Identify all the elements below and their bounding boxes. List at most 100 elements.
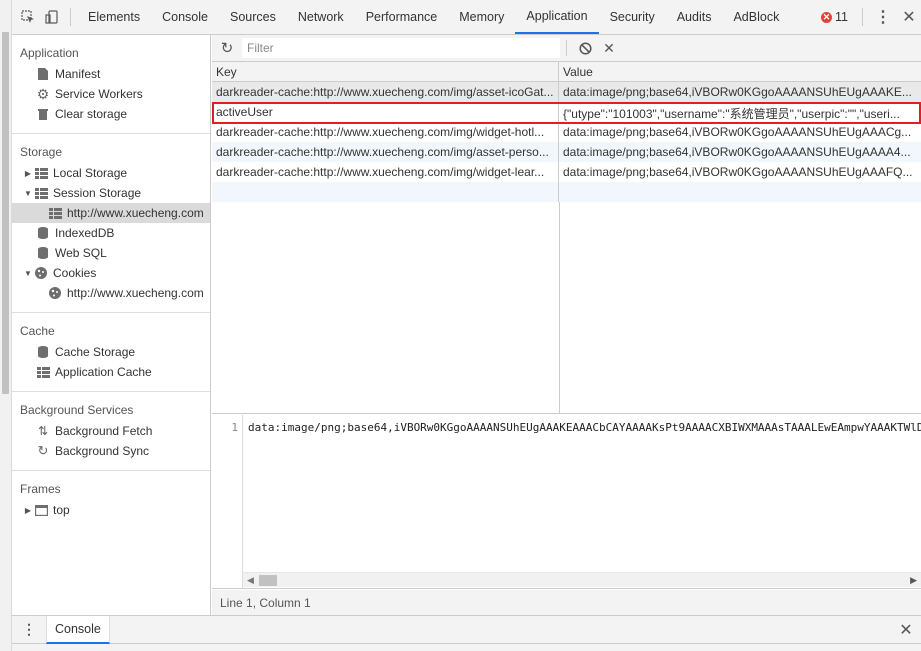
sidebar-item-clear-storage[interactable]: Clear storage [12, 104, 210, 124]
toolbar-divider [862, 8, 863, 26]
sidebar-item-label: Session Storage [53, 186, 142, 200]
scrollbar-thumb[interactable] [259, 575, 277, 586]
sidebar-item-session-storage[interactable]: ▼ Session Storage [12, 183, 210, 203]
tab-audits[interactable]: Audits [666, 0, 723, 34]
refresh-icon[interactable]: ↻ [212, 39, 242, 57]
value-cell[interactable]: {"utype":"101003","username":"系统管理员","us… [559, 102, 921, 122]
sidebar-item-manifest[interactable]: Manifest [12, 64, 210, 84]
scroll-right-icon[interactable]: ▶ [910, 575, 917, 586]
value-cell[interactable]: data:image/png;base64,iVBORw0KGgoAAAANSU… [559, 122, 921, 142]
value-cell[interactable]: data:image/png;base64,iVBORw0KGgoAAAANSU… [559, 142, 921, 162]
key-cell[interactable]: darkreader-cache:http://www.xuecheng.com… [212, 122, 559, 142]
cookie-icon [34, 266, 48, 280]
error-icon: ✕ [821, 11, 833, 23]
sidebar-item-cookies-origin[interactable]: http://www.xuecheng.com [12, 283, 210, 303]
key-cell[interactable]: darkreader-cache:http://www.xuecheng.com… [212, 142, 559, 162]
clear-all-icon[interactable] [573, 41, 597, 55]
sidebar-item-label: Web SQL [55, 246, 107, 260]
sidebar-item-label: http://www.xuecheng.com [67, 206, 204, 220]
sidebar-item-label: Clear storage [55, 107, 128, 121]
frame-icon [34, 503, 48, 517]
preview-content[interactable]: data:image/png;base64,iVBORw0KGgoAAAANSU… [248, 421, 921, 434]
console-drawer: ⋮ Console ✕ [12, 615, 921, 651]
kebab-menu-icon[interactable]: ⋮ [869, 7, 897, 27]
cursor-position-status: Line 1, Column 1 [212, 590, 921, 615]
tab-security[interactable]: Security [599, 0, 666, 34]
sidebar-item-top-frame[interactable]: ▶ top [12, 500, 210, 520]
section-title: Background Services [20, 403, 134, 417]
table-row[interactable]: darkreader-cache:http://www.xuecheng.com… [212, 122, 921, 142]
value-preview-pane: 1 data:image/png;base64,iVBORw0KGgoAAAAN… [212, 415, 921, 589]
tab-memory[interactable]: Memory [448, 0, 515, 34]
database-icon [36, 345, 50, 359]
error-counter[interactable]: ✕ 11 [813, 10, 856, 24]
scroll-left-icon[interactable]: ◀ [247, 575, 254, 586]
sidebar-item-label: Background Fetch [55, 424, 153, 438]
filter-input[interactable] [242, 38, 560, 58]
delete-selected-icon[interactable]: ✕ [597, 40, 621, 57]
cookie-icon [48, 286, 62, 300]
key-cell[interactable] [212, 182, 559, 202]
sidebar-item-service-workers[interactable]: ⚙ Service Workers [12, 84, 210, 104]
sidebar-item-application-cache[interactable]: Application Cache [12, 362, 210, 382]
section-background-services: Background Services ⇅ Background Fetch ↻… [12, 392, 210, 471]
up-down-arrows-icon: ⇅ [37, 424, 49, 438]
inspect-icon[interactable] [16, 0, 40, 34]
horizontal-scrollbar[interactable]: ◀ ▶ [243, 572, 921, 587]
sidebar-item-indexeddb[interactable]: IndexedDB [12, 223, 210, 243]
drawer-close-icon[interactable]: ✕ [891, 620, 921, 640]
table-row[interactable]: activeUser {"utype":"101003","username":… [212, 102, 921, 122]
section-title: Application [20, 46, 79, 60]
collapse-arrow-icon[interactable]: ▼ [22, 269, 34, 278]
table-row[interactable]: darkreader-cache:http://www.xuecheng.com… [212, 142, 921, 162]
sidebar-item-cookies[interactable]: ▼ Cookies [12, 263, 210, 283]
column-header-key[interactable]: Key [212, 62, 559, 81]
key-cell[interactable]: darkreader-cache:http://www.xuecheng.com… [212, 82, 559, 102]
table-row[interactable]: darkreader-cache:http://www.xuecheng.com… [212, 82, 921, 102]
gear-icon: ⚙ [36, 85, 50, 102]
toolbar-divider [566, 40, 567, 56]
collapse-arrow-icon[interactable]: ▼ [22, 189, 34, 198]
scrollbar-thumb[interactable] [2, 32, 9, 394]
tab-performance[interactable]: Performance [355, 0, 449, 34]
page-scrollbar[interactable] [0, 0, 12, 651]
database-icon [36, 226, 50, 240]
drawer-menu-icon[interactable]: ⋮ [12, 621, 46, 638]
value-cell[interactable] [559, 182, 921, 202]
application-sidebar: Application Manifest ⚙ Service Workers C… [12, 35, 211, 615]
key-cell[interactable]: activeUser [212, 102, 559, 122]
value-cell[interactable]: data:image/png;base64,iVBORw0KGgoAAAANSU… [559, 82, 921, 102]
sidebar-item-label: Manifest [55, 67, 101, 81]
tab-adblock[interactable]: AdBlock [722, 0, 790, 34]
table-header: Key Value [212, 62, 921, 82]
devtools-tabbar: Elements Console Sources Network Perform… [12, 0, 921, 35]
sidebar-item-websql[interactable]: Web SQL [12, 243, 210, 263]
section-frames: Frames ▶ top [12, 471, 210, 529]
close-icon[interactable]: ✕ [897, 7, 921, 27]
tab-elements[interactable]: Elements [77, 0, 151, 34]
tab-console[interactable]: Console [151, 0, 219, 34]
value-cell[interactable]: data:image/png;base64,iVBORw0KGgoAAAANSU… [559, 162, 921, 182]
column-header-value[interactable]: Value [559, 62, 921, 81]
section-application: Application Manifest ⚙ Service Workers C… [12, 35, 210, 134]
sidebar-item-label: Local Storage [53, 166, 128, 180]
tab-sources[interactable]: Sources [219, 0, 287, 34]
sidebar-item-label: IndexedDB [55, 226, 115, 240]
sidebar-item-background-sync[interactable]: ↻ Background Sync [12, 441, 210, 461]
device-toggle-icon[interactable] [40, 0, 64, 34]
expand-arrow-icon[interactable]: ▶ [22, 506, 34, 515]
sidebar-item-cache-storage[interactable]: Cache Storage [12, 342, 210, 362]
sidebar-item-local-storage[interactable]: ▶ Local Storage [12, 163, 210, 183]
sidebar-item-label: Background Sync [55, 444, 150, 458]
sidebar-item-background-fetch[interactable]: ⇅ Background Fetch [12, 421, 210, 441]
expand-arrow-icon[interactable]: ▶ [22, 169, 34, 178]
tab-application[interactable]: Application [515, 0, 599, 34]
key-cell[interactable]: darkreader-cache:http://www.xuecheng.com… [212, 162, 559, 182]
tab-network[interactable]: Network [287, 0, 355, 34]
table-row[interactable]: darkreader-cache:http://www.xuecheng.com… [212, 162, 921, 182]
drawer-tab-console[interactable]: Console [46, 615, 110, 644]
line-number-gutter: 1 [212, 415, 243, 588]
table-empty-row[interactable] [212, 182, 921, 202]
sidebar-item-session-origin[interactable]: http://www.xuecheng.com [12, 203, 210, 223]
section-storage: Storage ▶ Local Storage ▼ Session Storag… [12, 134, 210, 313]
